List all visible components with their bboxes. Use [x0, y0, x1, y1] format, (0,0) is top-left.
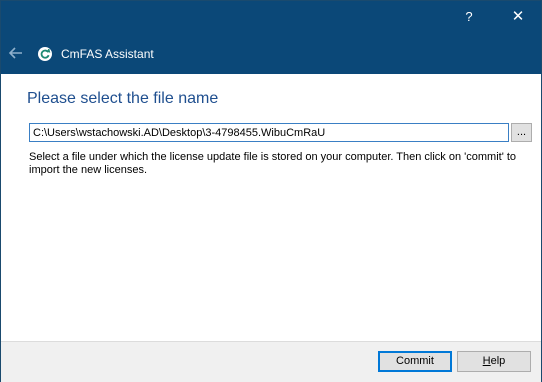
- close-button[interactable]: ✕: [506, 7, 530, 27]
- file-path-input[interactable]: [29, 123, 509, 142]
- browse-button[interactable]: ...: [511, 123, 532, 142]
- help-button-mnemonic: H: [482, 355, 491, 367]
- page-heading: Please select the file name: [27, 90, 219, 107]
- commit-button[interactable]: Commit: [378, 351, 452, 372]
- cmfas-refresh-icon: [38, 47, 52, 61]
- cmfas-assistant-window: ? ✕ CmFAS Assistant Please select the fi…: [0, 0, 542, 382]
- back-arrow-icon[interactable]: [7, 44, 25, 62]
- title-bar: ? ✕ CmFAS Assistant: [1, 1, 541, 74]
- help-button-label: elp: [490, 355, 506, 367]
- instructions-text: Select a file under which the license up…: [29, 151, 517, 176]
- help-title-button[interactable]: ?: [457, 7, 481, 27]
- help-button[interactable]: Help: [457, 351, 531, 372]
- app-title: CmFAS Assistant: [61, 47, 154, 61]
